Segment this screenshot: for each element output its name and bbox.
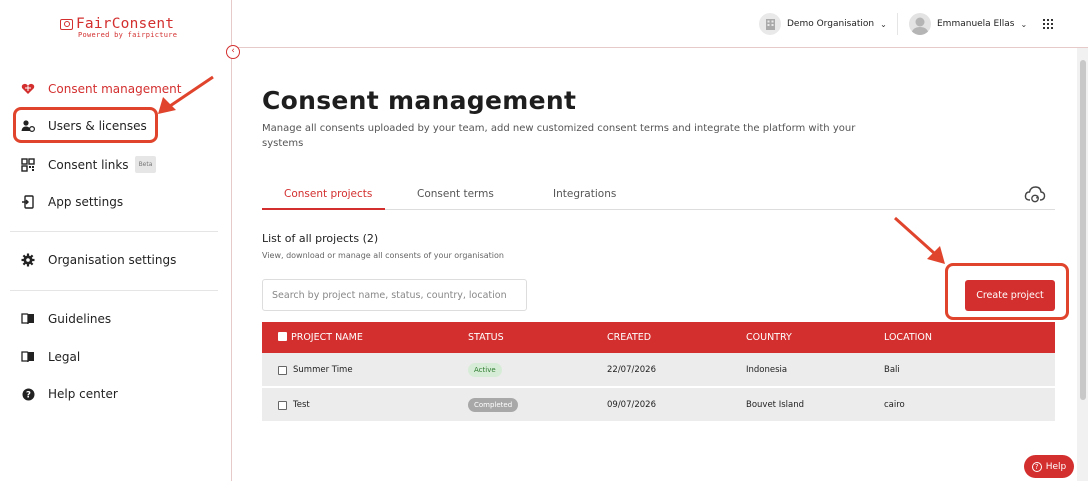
list-title: List of all projects (2) bbox=[262, 232, 379, 245]
book-icon bbox=[20, 311, 36, 327]
camera-icon bbox=[60, 18, 73, 30]
sidebar-item-label: Consent links bbox=[48, 157, 129, 172]
search-input[interactable] bbox=[262, 279, 527, 311]
organisation-switcher[interactable]: Demo Organisation ⌄ bbox=[759, 13, 887, 35]
help-button-label: Help bbox=[1045, 461, 1067, 472]
sidebar-collapse-button[interactable]: ‹ bbox=[226, 45, 240, 59]
project-name[interactable]: Test bbox=[293, 400, 310, 410]
country: Indonesia bbox=[746, 365, 788, 375]
status-badge: Completed bbox=[468, 398, 519, 412]
sidebar-divider bbox=[10, 290, 218, 291]
building-icon bbox=[759, 13, 781, 35]
top-bar: Demo Organisation ⌄ Emmanuela Ellas ⌄ bbox=[232, 0, 1088, 48]
status-badge: Active bbox=[468, 363, 502, 377]
column-header-country[interactable]: COUNTRY bbox=[746, 332, 792, 343]
page-title: Consent management bbox=[262, 86, 577, 115]
question-icon: ? bbox=[1031, 461, 1042, 472]
column-header-status[interactable]: STATUS bbox=[468, 332, 504, 343]
table-row[interactable]: Summer Time Active 22/07/2026 Indonesia … bbox=[262, 353, 1055, 386]
shield-heart-icon bbox=[20, 81, 36, 97]
gear-icon bbox=[20, 252, 36, 268]
fairconsent-logo[interactable]: FairConsent Powered by fairpicture bbox=[60, 16, 190, 39]
brand-tagline: Powered by fairpicture bbox=[78, 31, 178, 39]
sidebar-item-label: Help center bbox=[48, 387, 118, 401]
topbar-separator bbox=[897, 13, 898, 35]
help-icon: ? bbox=[20, 386, 36, 402]
sidebar-item-consent-management[interactable]: Consent management bbox=[20, 81, 181, 97]
sidebar-item-consent-links[interactable]: Consent links Beta bbox=[20, 156, 157, 173]
sidebar-item-app-settings[interactable]: App settings bbox=[20, 194, 123, 210]
beta-badge: Beta bbox=[134, 156, 157, 173]
tab-integrations[interactable]: Integrations bbox=[553, 188, 616, 200]
avatar bbox=[909, 13, 931, 35]
sidebar-item-help-center[interactable]: ? Help center bbox=[20, 386, 118, 402]
sidebar-item-guidelines[interactable]: Guidelines bbox=[20, 311, 111, 327]
svg-text:?: ? bbox=[26, 390, 31, 400]
chevron-down-icon: ⌄ bbox=[880, 19, 887, 29]
annotation-highlight-create-project bbox=[945, 263, 1069, 320]
app-settings-icon bbox=[20, 194, 36, 210]
help-button[interactable]: ? Help bbox=[1024, 455, 1074, 478]
tab-consent-projects[interactable]: Consent projects bbox=[284, 188, 372, 200]
sidebar-item-label: Legal bbox=[48, 350, 81, 364]
list-subtitle: View, download or manage all consents of… bbox=[262, 251, 504, 260]
sidebar-item-label: Consent management bbox=[48, 82, 182, 96]
tab-consent-terms[interactable]: Consent terms bbox=[417, 188, 494, 200]
cloud-sync-icon[interactable] bbox=[1024, 185, 1046, 205]
project-name[interactable]: Summer Time bbox=[293, 365, 353, 375]
created-date: 22/07/2026 bbox=[607, 365, 656, 375]
chevron-down-icon: ⌄ bbox=[1020, 19, 1028, 29]
user-menu[interactable]: Emmanuela Ellas ⌄ bbox=[909, 13, 1027, 35]
annotation-highlight-users-licenses bbox=[13, 107, 158, 143]
table-header: PROJECT NAME STATUS CREATED COUNTRY LOCA… bbox=[262, 322, 1055, 353]
active-tab-indicator bbox=[262, 208, 385, 210]
scrollbar-thumb[interactable] bbox=[1080, 60, 1086, 400]
chevron-left-icon: ‹ bbox=[231, 46, 235, 56]
qr-code-icon bbox=[20, 157, 36, 173]
organisation-name: Demo Organisation bbox=[787, 19, 875, 29]
location: cairo bbox=[884, 400, 905, 410]
select-all-checkbox[interactable] bbox=[278, 332, 287, 341]
tab-bar: Consent projects Consent terms Integrati… bbox=[262, 180, 1055, 210]
sidebar: FairConsent Powered by fairpicture Conse… bbox=[0, 0, 232, 481]
sidebar-divider bbox=[10, 231, 218, 232]
column-header-location[interactable]: LOCATION bbox=[884, 332, 932, 343]
sidebar-item-label: App settings bbox=[48, 195, 124, 209]
country: Bouvet Island bbox=[746, 400, 805, 410]
sidebar-item-label: Organisation settings bbox=[48, 253, 177, 267]
user-name: Emmanuela Ellas bbox=[937, 19, 1015, 29]
legal-book-icon bbox=[20, 349, 36, 365]
sidebar-item-label: Guidelines bbox=[48, 312, 112, 326]
annotation-arrow-to-create bbox=[893, 216, 945, 264]
row-checkbox[interactable] bbox=[278, 366, 287, 375]
projects-table: PROJECT NAME STATUS CREATED COUNTRY LOCA… bbox=[262, 322, 1055, 421]
table-row[interactable]: Test Completed 09/07/2026 Bouvet Island … bbox=[262, 388, 1055, 421]
sidebar-item-organisation-settings[interactable]: Organisation settings bbox=[20, 252, 176, 268]
column-header-project-name[interactable]: PROJECT NAME bbox=[291, 332, 363, 343]
brand-name: FairConsent bbox=[76, 16, 175, 32]
created-date: 09/07/2026 bbox=[607, 400, 656, 410]
row-checkbox[interactable] bbox=[278, 401, 287, 410]
app-grid-icon[interactable] bbox=[1043, 19, 1053, 29]
sidebar-item-legal[interactable]: Legal bbox=[20, 349, 80, 365]
page-description: Manage all consents uploaded by your tea… bbox=[262, 123, 856, 149]
location: Bali bbox=[884, 365, 900, 375]
column-header-created[interactable]: CREATED bbox=[607, 332, 651, 343]
